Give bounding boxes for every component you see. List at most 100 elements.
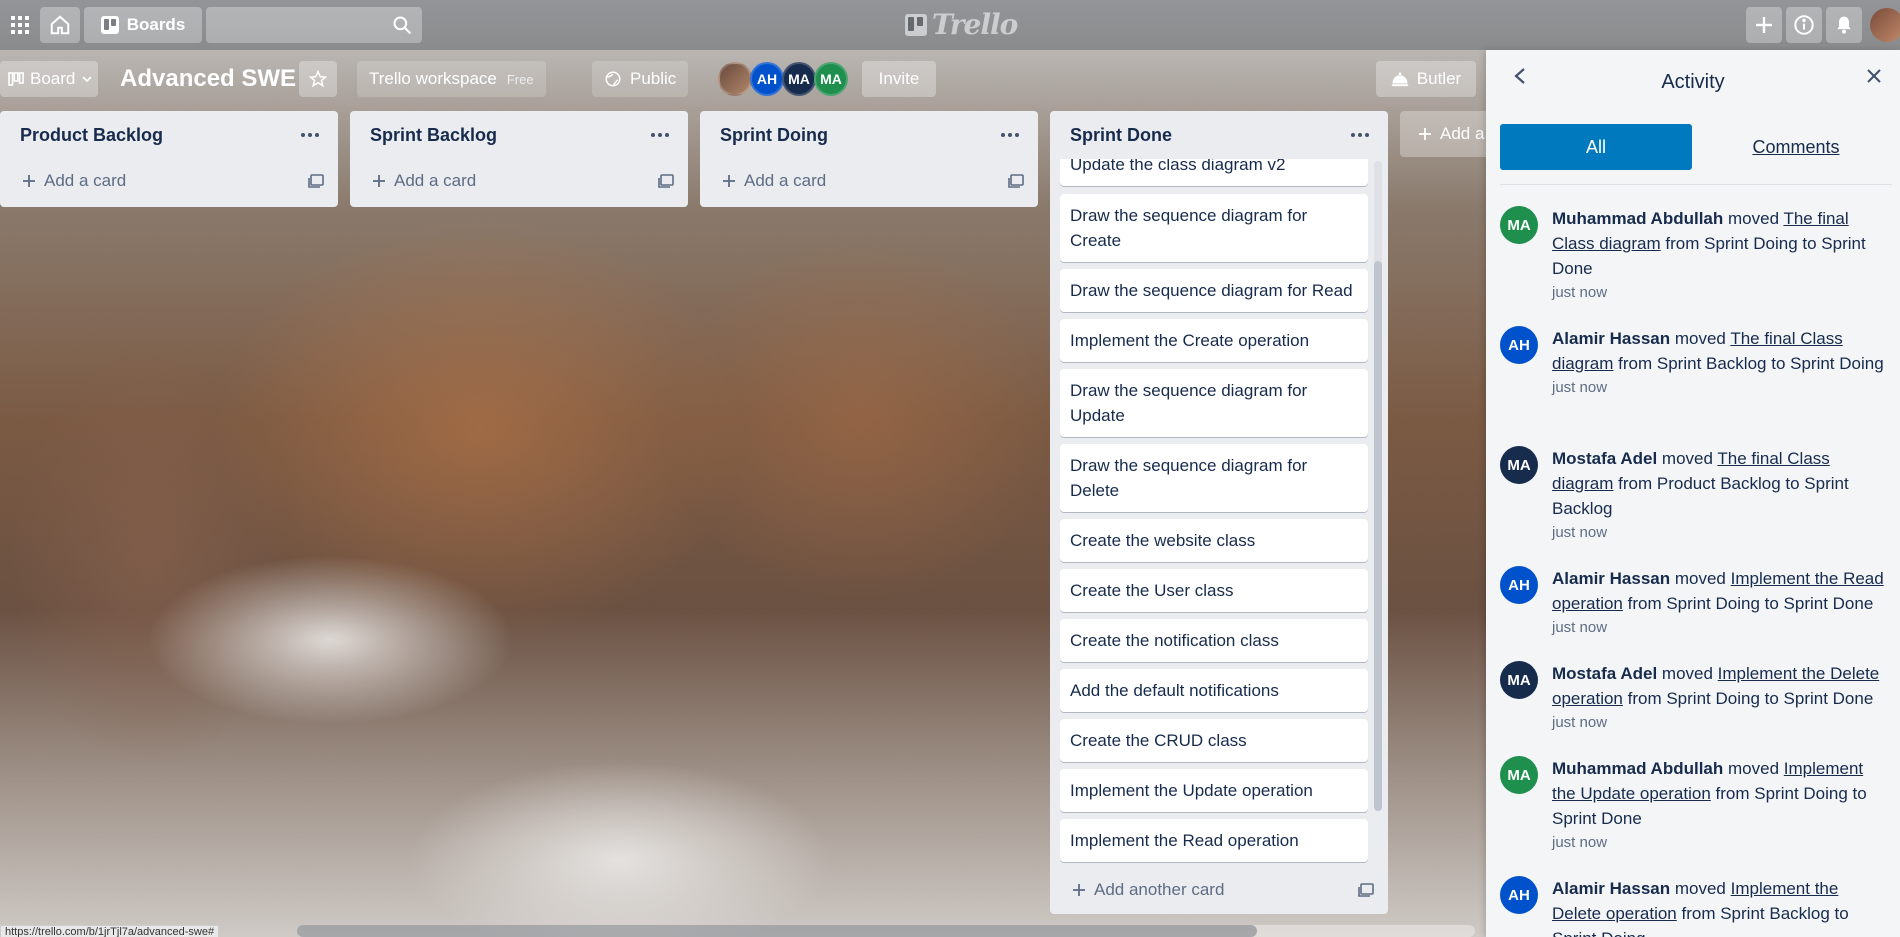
activity-user[interactable]: Muhammad Abdullah — [1552, 759, 1723, 778]
add-card-button[interactable]: Add a card — [358, 163, 648, 199]
activity-time[interactable]: just now — [1552, 833, 1890, 853]
activity-time[interactable]: just now — [1552, 618, 1890, 638]
more-icon — [1351, 133, 1369, 137]
list-product-backlog: Product Backlog Add a card — [0, 111, 338, 207]
globe-icon — [605, 71, 621, 87]
activity-verb: moved — [1674, 879, 1726, 898]
divider — [1500, 184, 1892, 185]
activity-user[interactable]: Mostafa Adel — [1552, 664, 1657, 683]
card[interactable]: Create the User class — [1060, 569, 1368, 612]
list-scrollbar-thumb[interactable] — [1374, 261, 1382, 811]
tab-comments[interactable]: Comments — [1700, 124, 1892, 170]
add-list-button[interactable]: Add a — [1400, 111, 1500, 157]
activity-time[interactable]: just now — [1552, 523, 1890, 543]
add-another-card-button[interactable]: Add another card — [1058, 872, 1348, 908]
list-menu-button[interactable] — [1346, 121, 1374, 149]
search-input[interactable] — [206, 7, 422, 43]
card-template-button[interactable] — [304, 169, 328, 193]
card[interactable]: Draw the sequence diagram for Update — [1060, 369, 1368, 437]
card[interactable]: Implement the Read operation — [1060, 819, 1368, 862]
list-sprint-doing: Sprint Doing Add a card — [700, 111, 1038, 207]
list-title[interactable]: Sprint Backlog — [370, 125, 497, 146]
invite-button[interactable]: Invite — [862, 61, 936, 97]
scrollbar-thumb[interactable] — [297, 925, 1257, 937]
link-status-bar: https://trello.com/b/1jrTjl7a/advanced-s… — [0, 925, 220, 937]
avatar[interactable]: MA — [1500, 206, 1538, 244]
close-button[interactable] — [1862, 64, 1886, 88]
list-menu-button[interactable] — [646, 121, 674, 149]
activity-user[interactable]: Alamir Hassan — [1552, 329, 1670, 348]
activity-time[interactable]: just now — [1552, 713, 1890, 733]
info-icon — [1794, 15, 1814, 35]
list-title[interactable]: Sprint Doing — [720, 125, 828, 146]
notifications-button[interactable] — [1826, 7, 1862, 43]
avatar[interactable]: AH — [1500, 326, 1538, 364]
member-avatar-photo[interactable] — [718, 62, 752, 96]
tab-all[interactable]: All — [1500, 124, 1692, 170]
star-icon — [309, 70, 327, 88]
info-button[interactable] — [1786, 7, 1822, 43]
card[interactable]: Create the website class — [1060, 519, 1368, 562]
board-title[interactable]: Advanced SWE — [120, 61, 296, 97]
workspace-button[interactable]: Trello workspace Free — [357, 61, 546, 97]
activity-user[interactable]: Muhammad Abdullah — [1552, 209, 1723, 228]
template-icon — [658, 174, 674, 188]
visibility-label: Public — [630, 69, 677, 88]
list-scrollbar[interactable] — [1374, 161, 1382, 811]
activity-user[interactable]: Mostafa Adel — [1552, 449, 1657, 468]
user-avatar[interactable] — [1870, 8, 1900, 42]
add-card-label: Add another card — [1094, 880, 1225, 899]
member-avatar[interactable]: MA — [814, 62, 848, 96]
card[interactable]: Create the notification class — [1060, 619, 1368, 662]
avatar[interactable]: MA — [1500, 756, 1538, 794]
avatar[interactable]: MA — [1500, 661, 1538, 699]
activity-user[interactable]: Alamir Hassan — [1552, 569, 1670, 588]
trello-logo-mark — [905, 13, 927, 36]
add-card-label: Add a card — [44, 171, 127, 190]
visibility-button[interactable]: Public — [592, 61, 689, 97]
workspace-plan-badge: Free — [506, 71, 534, 87]
avatar[interactable]: AH — [1500, 876, 1538, 914]
star-board-button[interactable] — [299, 61, 337, 97]
template-icon — [308, 174, 324, 188]
activity-verb: moved — [1728, 209, 1780, 228]
list-title[interactable]: Product Backlog — [20, 125, 163, 146]
list-menu-button[interactable] — [996, 121, 1024, 149]
card[interactable]: Implement the Create operation — [1060, 319, 1368, 362]
member-avatar[interactable]: MA — [782, 62, 816, 96]
trello-logo[interactable]: Trello — [905, 8, 1018, 41]
card[interactable]: Implement the Update operation — [1060, 769, 1368, 812]
home-button[interactable] — [40, 7, 80, 43]
card-template-button[interactable] — [1354, 878, 1378, 902]
activity-time[interactable]: just now — [1552, 378, 1890, 398]
board-icon — [100, 16, 119, 34]
card[interactable]: Add the default notifications — [1060, 669, 1368, 712]
more-icon — [301, 133, 319, 137]
avatar[interactable]: AH — [1500, 566, 1538, 604]
card-template-button[interactable] — [654, 169, 678, 193]
create-button[interactable] — [1746, 7, 1782, 43]
add-card-label: Add a card — [394, 171, 477, 190]
apps-button[interactable] — [4, 7, 36, 43]
add-card-button[interactable]: Add a card — [8, 163, 298, 199]
card[interactable]: Draw the sequence diagram for Delete — [1060, 444, 1368, 512]
butler-button[interactable]: Butler — [1376, 61, 1476, 97]
activity-user[interactable]: Alamir Hassan — [1552, 879, 1670, 898]
card-list: Update the class diagram v2 Draw the seq… — [1060, 159, 1368, 864]
card[interactable]: Update the class diagram v2 — [1060, 159, 1368, 186]
activity-verb: moved — [1728, 759, 1780, 778]
list-menu-button[interactable] — [296, 121, 324, 149]
card[interactable]: Draw the sequence diagram for Create — [1060, 194, 1368, 262]
board-view-switcher[interactable]: Board — [0, 61, 98, 97]
boards-button[interactable]: Boards — [84, 7, 202, 43]
panel-title: Activity — [1661, 71, 1725, 93]
member-avatar[interactable]: AH — [750, 62, 784, 96]
add-card-button[interactable]: Add a card — [708, 163, 998, 199]
card[interactable]: Draw the sequence diagram for Read — [1060, 269, 1368, 312]
card-template-button[interactable] — [1004, 169, 1028, 193]
activity-time[interactable]: just now — [1552, 283, 1890, 303]
list-title[interactable]: Sprint Done — [1070, 125, 1172, 146]
avatar[interactable]: MA — [1500, 446, 1538, 484]
board-horizontal-scrollbar[interactable] — [297, 925, 1475, 937]
card[interactable]: Create the CRUD class — [1060, 719, 1368, 762]
